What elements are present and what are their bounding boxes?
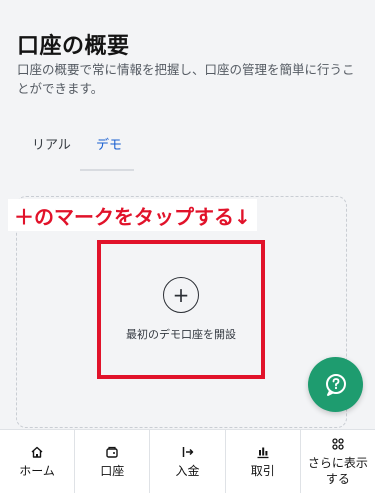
home-icon — [30, 444, 44, 460]
deposit-icon — [181, 444, 195, 460]
nav-label-home: ホーム — [19, 464, 55, 478]
trade-icon — [256, 444, 270, 460]
nav-item-accounts[interactable]: 口座 — [75, 430, 151, 493]
help-button[interactable] — [308, 357, 363, 412]
nav-item-more[interactable]: さらに表示する — [301, 430, 375, 493]
tab-real[interactable]: リアル — [32, 134, 71, 153]
page-title: 口座の概要 — [17, 34, 130, 59]
page-description: 口座の概要で常に情報を把握し、口座の管理を簡単に行うことができます。 — [17, 62, 355, 96]
tab-demo[interactable]: デモ — [96, 134, 122, 153]
nav-item-trade[interactable]: 取引 — [226, 430, 301, 493]
plus-icon: + — [172, 283, 190, 307]
annotation-text: ＋のマークをタップする↓ — [8, 199, 257, 231]
question-icon — [325, 373, 346, 396]
nav-label-accounts: 口座 — [100, 464, 125, 478]
grid-icon — [331, 436, 345, 452]
nav-label-more: さらに表示する — [307, 456, 368, 486]
tab-underline — [80, 169, 134, 171]
wallet-icon — [105, 444, 119, 460]
nav-item-home[interactable]: ホーム — [0, 430, 76, 493]
nav-label-trade: 取引 — [250, 464, 275, 478]
bottom-navigation: ホーム 口座 入金 取引 さらに表示する — [0, 429, 375, 493]
nav-item-deposit[interactable]: 入金 — [150, 430, 226, 493]
open-demo-account-label: 最初のデモ口座を開設 — [126, 328, 236, 341]
add-demo-account-button[interactable]: + — [163, 277, 199, 313]
nav-label-deposit: 入金 — [175, 464, 200, 478]
